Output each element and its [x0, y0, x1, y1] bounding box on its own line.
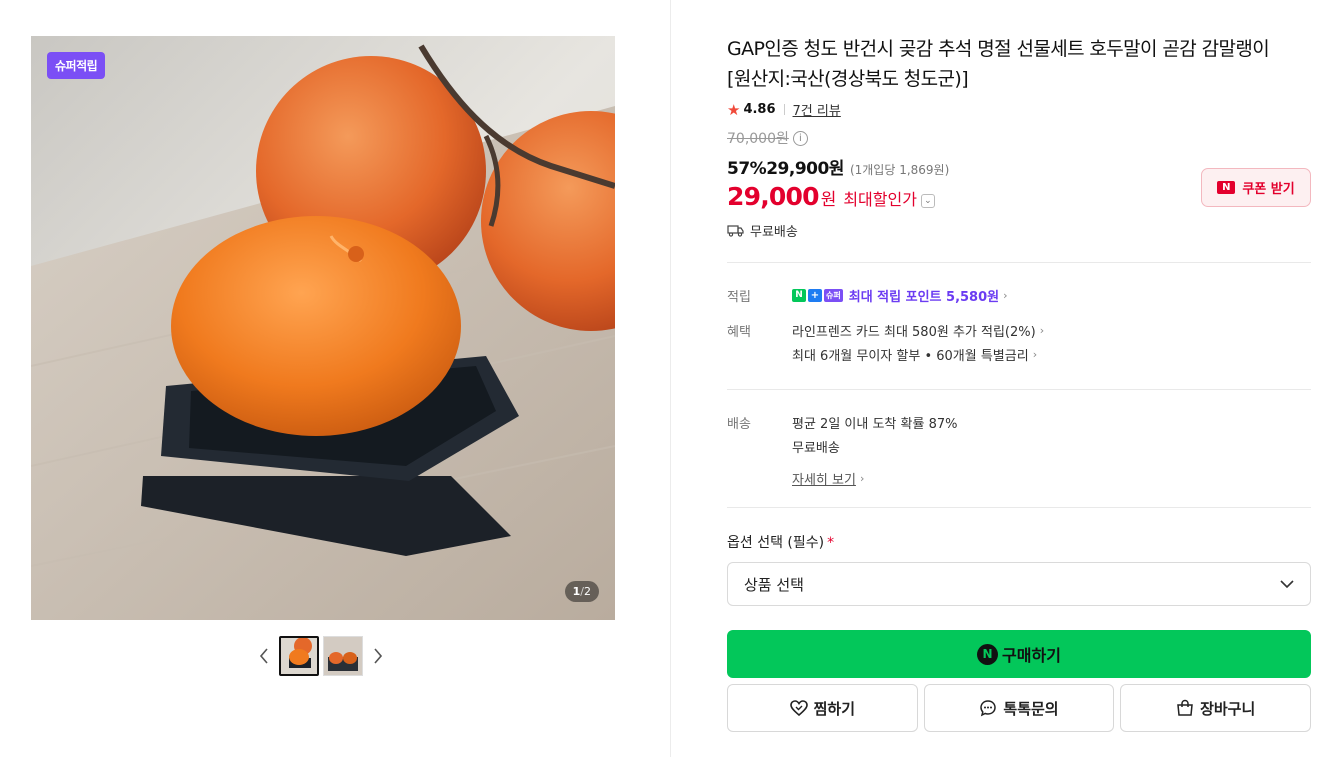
- review-count-link[interactable]: 7건 리뷰: [793, 100, 841, 119]
- naver-n-badge: N: [792, 288, 806, 302]
- thumbnail-image: [281, 638, 317, 674]
- coupon-button-label: 쿠폰 받기: [1242, 182, 1295, 197]
- info-icon[interactable]: i: [792, 130, 808, 146]
- installment-link[interactable]: 최대 6개월 무이자 할부 • 60개월 특별금리 ›: [792, 342, 1311, 366]
- star-icon: ★: [727, 100, 741, 119]
- option-label: 옵션 선택 (필수) *: [727, 532, 1311, 552]
- shipping-text: 무료배송: [750, 225, 798, 240]
- naver-n-icon: N: [1217, 181, 1236, 194]
- section-divider: [727, 389, 1311, 390]
- discount-percent: 57%: [727, 159, 767, 179]
- benefit-label: 혜택: [727, 324, 751, 340]
- chevron-right-icon: ›: [1032, 347, 1038, 361]
- thumb-next-button[interactable]: [367, 636, 389, 676]
- chat-bubble-icon: [980, 700, 997, 717]
- pager-total: 2: [584, 585, 591, 598]
- points-label: 적립: [727, 289, 751, 305]
- delivery-section: 배송 평균 2일 이내 도착 확률 87% 무료배송 자세히 보기 ›: [727, 410, 1311, 490]
- chevron-right-icon: ›: [1003, 288, 1008, 302]
- heart-icon: [789, 700, 808, 716]
- coupon-button[interactable]: N 쿠폰 받기: [1201, 168, 1311, 207]
- image-pager: 1/2: [564, 581, 599, 602]
- original-price-row: 70,000원 i: [727, 128, 1311, 148]
- product-info-panel: GAP인증 청도 반건시 곶감 추석 명절 선물세트 호두말이 곧감 감말랭이 …: [727, 34, 1312, 732]
- original-price: 70,000원: [727, 131, 789, 147]
- delivery-detail-link[interactable]: 자세히 보기 ›: [792, 466, 1311, 490]
- thumbnail-strip: [253, 636, 389, 676]
- rating-divider: [783, 104, 785, 115]
- delivery-free: 무료배송: [792, 440, 840, 456]
- chevron-down-icon: [1280, 579, 1294, 588]
- buy-button[interactable]: N 구매하기: [727, 630, 1311, 678]
- talk-inquiry-button[interactable]: 톡톡문의: [923, 684, 1115, 732]
- wishlist-label: 찜하기: [813, 699, 856, 718]
- max-points-text: 최대 적립 포인트 5,580원: [848, 289, 1000, 305]
- card-benefit-link[interactable]: 라인프렌즈 카드 최대 580원 추가 적립(2%) ›: [792, 318, 1311, 342]
- cart-button[interactable]: 장바구니: [1120, 684, 1312, 732]
- max-discount-currency: 원: [820, 190, 837, 210]
- option-select-value: 상품 선택: [744, 575, 804, 594]
- plus-badge: +: [808, 288, 822, 302]
- points-link[interactable]: N + 슈퍼 최대 적립 포인트 5,580원 ›: [792, 283, 1311, 307]
- thumbnail-image: [324, 637, 362, 675]
- naver-pay-icon: N: [977, 643, 999, 665]
- chevron-right-icon: [374, 648, 383, 664]
- pager-separator: /: [580, 585, 584, 598]
- option-select[interactable]: 상품 선택: [727, 562, 1311, 606]
- wishlist-button[interactable]: 찜하기: [727, 684, 918, 732]
- thumbnail-2[interactable]: [323, 636, 363, 676]
- talk-inquiry-label: 톡톡문의: [1003, 699, 1059, 718]
- benefits-section: 적립 혜택 N + 슈퍼 최대 적립 포인트 5,580원 › 라인프렌즈 카드…: [727, 283, 1311, 366]
- super-points-badge: 슈퍼적립: [47, 52, 106, 79]
- card-benefit-text: 라인프렌즈 카드 최대 580원 추가 적립(2%): [792, 324, 1036, 340]
- detail-link-text: 자세히 보기: [792, 472, 856, 488]
- rating-row: ★ 4.86 7건 리뷰: [727, 100, 1311, 120]
- chevron-left-icon: [259, 648, 268, 664]
- section-divider: [727, 262, 1311, 263]
- product-main-image[interactable]: 슈퍼적립 1/2: [31, 36, 615, 620]
- max-discount-price: 29,000: [727, 182, 819, 211]
- unit-price: (1개입당 1,869원): [849, 163, 950, 177]
- installment-text: 최대 6개월 무이자 할부 • 60개월 특별금리: [792, 348, 1029, 364]
- required-mark: *: [827, 535, 835, 551]
- chevron-right-icon: ›: [1039, 323, 1045, 337]
- super-badge: 슈퍼: [824, 288, 843, 302]
- column-divider: [670, 0, 671, 757]
- naver-plus-super-badges: N + 슈퍼: [792, 288, 843, 302]
- shopping-bag-icon: [1177, 699, 1193, 716]
- thumbnail-1[interactable]: [279, 636, 319, 676]
- max-discount-label: 최대할인가: [843, 190, 917, 209]
- thumb-prev-button[interactable]: [253, 636, 275, 676]
- option-label-text: 옵션 선택 (필수): [727, 535, 825, 551]
- chevron-right-icon: ›: [859, 471, 865, 485]
- persimmon-photo: [31, 36, 615, 620]
- delivery-eta: 평균 2일 이내 도착 확률 87%: [792, 416, 958, 432]
- section-divider: [727, 507, 1311, 508]
- sale-price: 29,900원: [766, 159, 844, 179]
- product-title: GAP인증 청도 반건시 곶감 추석 명절 선물세트 호두말이 곧감 감말랭이 …: [727, 38, 1270, 90]
- buy-button-label: 구매하기: [1002, 646, 1061, 665]
- delivery-label: 배송: [727, 416, 751, 432]
- cart-label: 장바구니: [1200, 699, 1256, 718]
- shipping-row: 무료배송: [727, 221, 1311, 240]
- option-section: 옵션 선택 (필수) * 상품 선택: [727, 532, 1311, 606]
- rating-score: 4.86: [743, 102, 776, 117]
- truck-icon: [727, 225, 744, 237]
- chevron-down-icon[interactable]: ⌄: [920, 194, 935, 208]
- secondary-actions: 찜하기 톡톡문의 장바구니: [727, 684, 1312, 732]
